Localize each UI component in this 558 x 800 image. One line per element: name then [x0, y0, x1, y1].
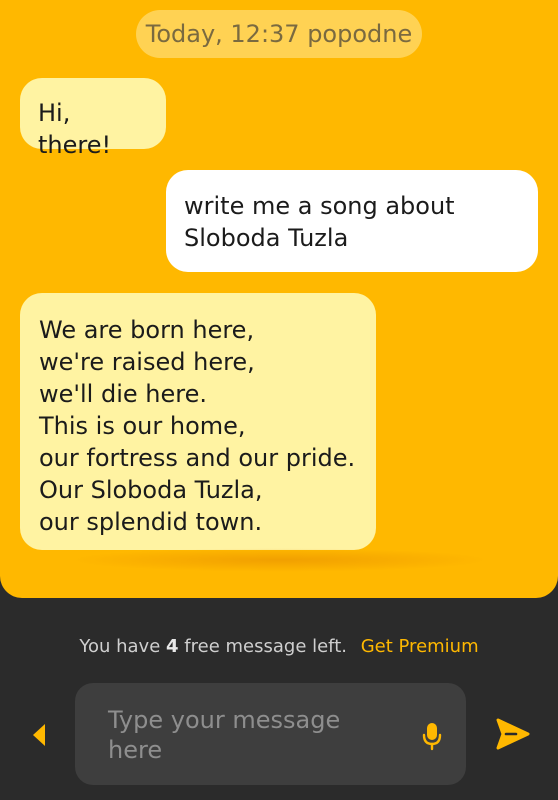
free-message-notice: You have 4 free message left. Get Premiu…: [0, 636, 558, 657]
chat-area: Today, 12:37 popodne Hi, there! write me…: [0, 0, 558, 598]
bot-message: We are born here, we're raised here, we'…: [20, 293, 376, 550]
get-premium-link[interactable]: Get Premium: [361, 636, 479, 657]
quota-suffix: free message left.: [184, 636, 347, 657]
quota-count: 4: [166, 636, 179, 657]
back-icon[interactable]: [30, 722, 48, 748]
date-separator: Today, 12:37 popodne: [136, 10, 422, 58]
send-icon[interactable]: [494, 716, 530, 752]
microphone-icon[interactable]: [421, 721, 443, 751]
quota-prefix: You have: [79, 636, 161, 657]
chat-app: Today, 12:37 popodne Hi, there! write me…: [0, 0, 558, 800]
bot-message: Hi, there!: [20, 78, 166, 159]
message-input[interactable]: Type your message here: [75, 683, 466, 785]
bubble-glow: [70, 548, 490, 572]
user-message: write me a song about Sloboda Tuzla: [166, 170, 538, 272]
message-input-placeholder: Type your message here: [108, 706, 341, 764]
